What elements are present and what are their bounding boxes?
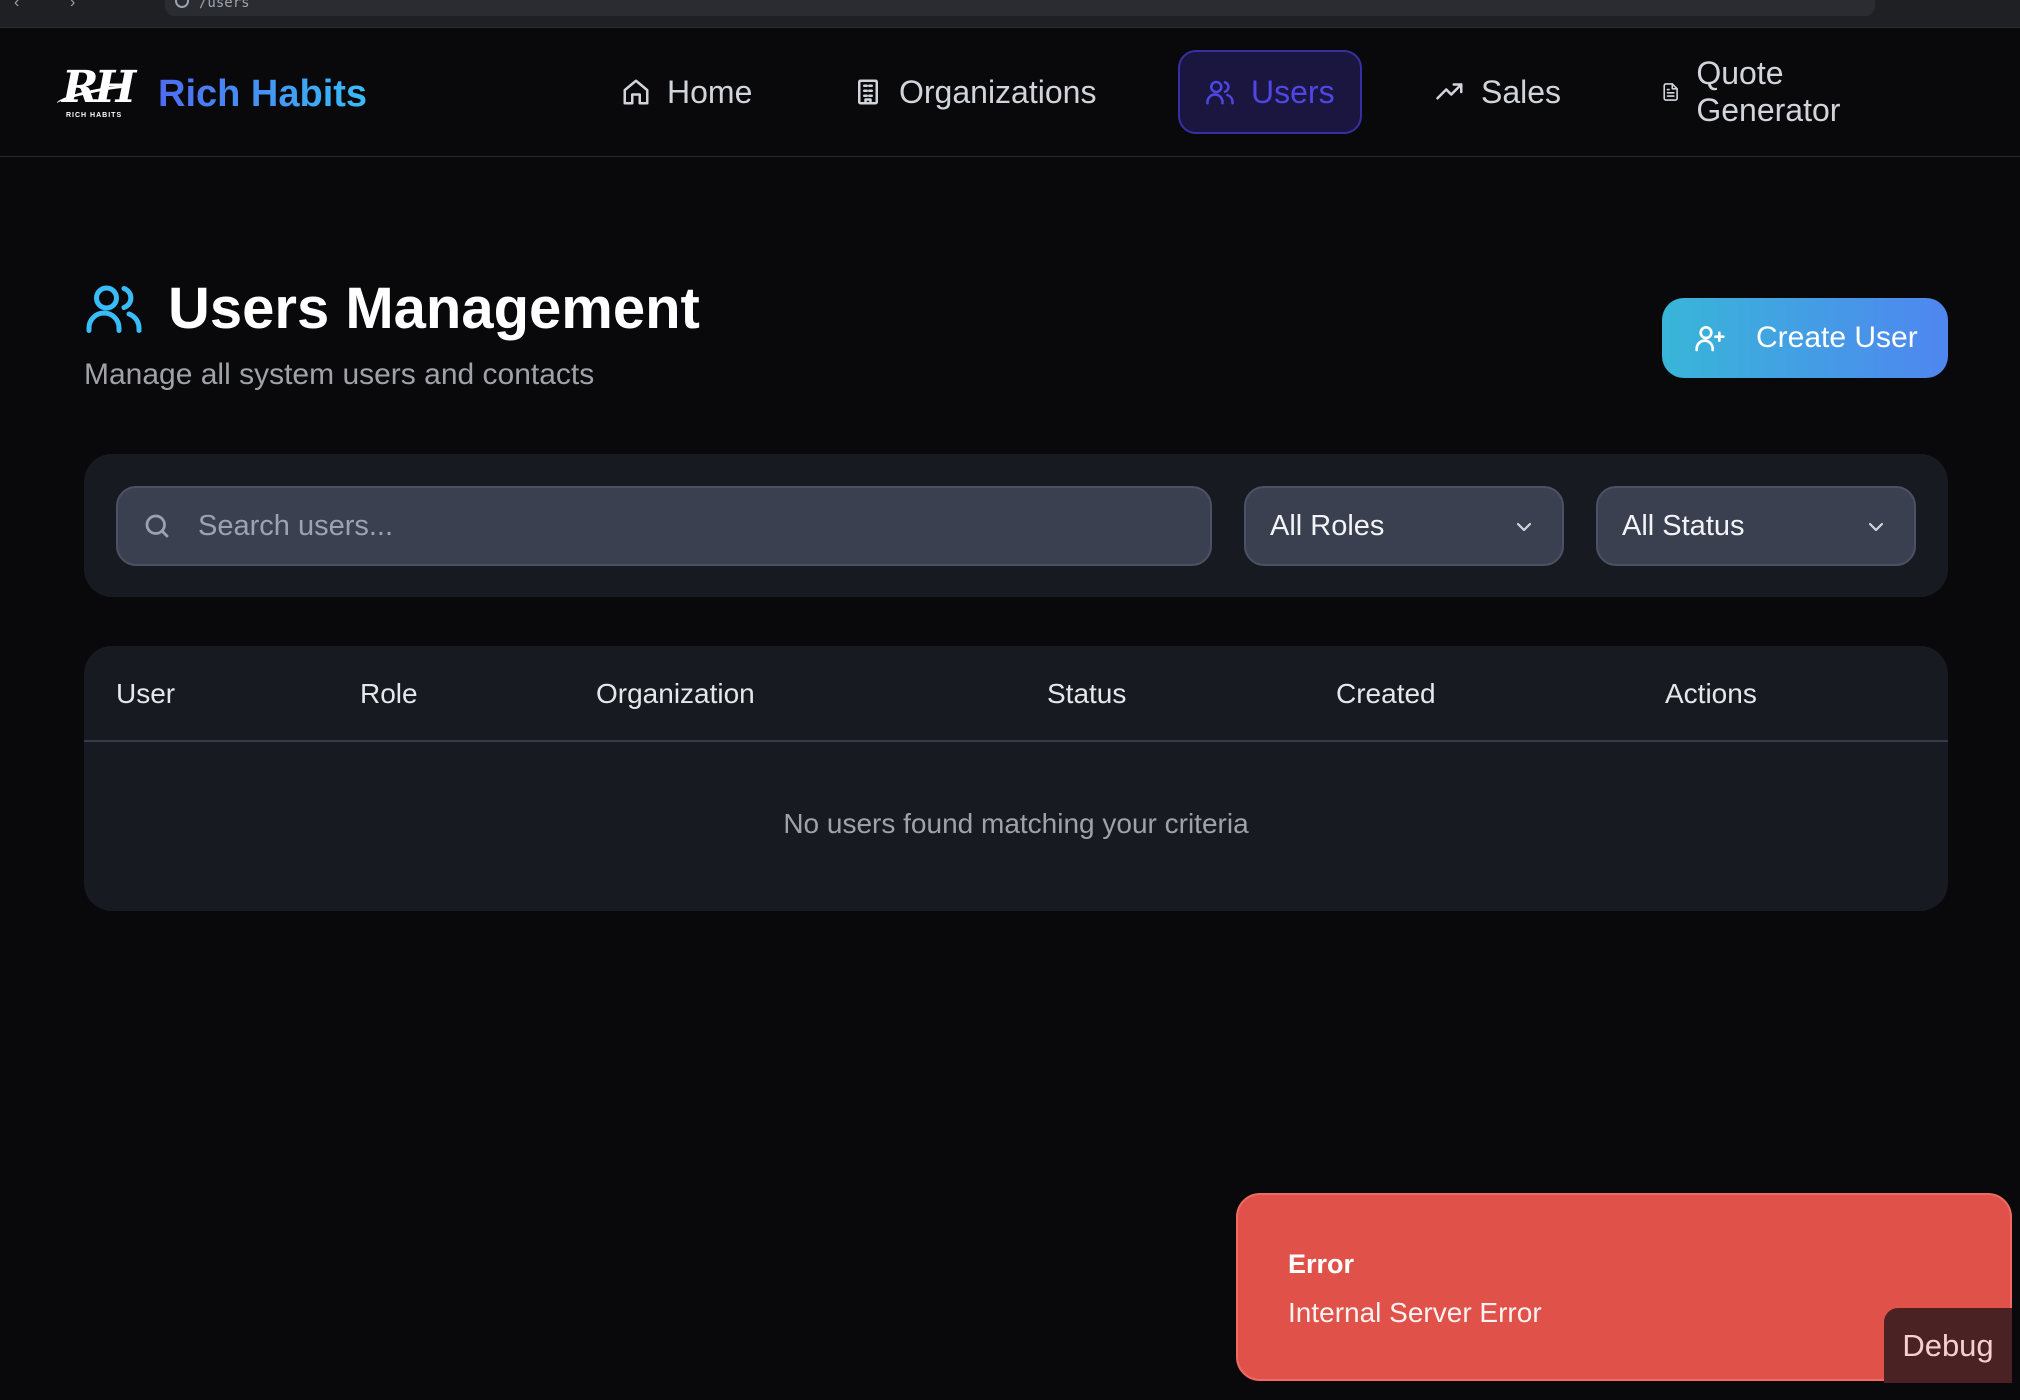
users-icon bbox=[1206, 80, 1234, 105]
page-subtitle: Manage all system users and contacts bbox=[84, 358, 595, 391]
nav-item-sales[interactable]: Sales bbox=[1410, 50, 1586, 134]
column-header-user[interactable]: User bbox=[116, 678, 175, 710]
debug-button[interactable]: Debug bbox=[1884, 1308, 2012, 1383]
column-header-actions: Actions bbox=[1665, 678, 1757, 709]
empty-state-message: No users found matching your criteria bbox=[783, 808, 1249, 839]
column-header-status[interactable]: Status bbox=[1047, 678, 1126, 710]
trending-up-icon bbox=[1436, 83, 1463, 100]
brand[interactable]: RH RICH HABITS Rich Habits bbox=[55, 64, 367, 124]
nav-item-quote-generator[interactable]: Quote Generator bbox=[1636, 50, 1876, 134]
create-user-label: Create User bbox=[1756, 321, 1918, 354]
page-header: Users Management Manage all system users… bbox=[84, 270, 700, 392]
column-header-created[interactable]: Created bbox=[1336, 678, 1436, 710]
brand-logo-tagline: RICH HABITS bbox=[66, 112, 123, 119]
browser-toolbar: ‹ › /users bbox=[0, 0, 2020, 28]
chevron-down-icon bbox=[1516, 522, 1532, 532]
nav-item-organizations[interactable]: Organizations bbox=[828, 50, 1121, 134]
back-icon[interactable]: ‹ bbox=[14, 0, 30, 11]
page-title: Users Management bbox=[168, 275, 700, 341]
nav-item-label: Quote Generator bbox=[1696, 55, 1841, 128]
site-info-icon[interactable] bbox=[175, 0, 189, 8]
toast-message: Internal Server Error bbox=[1288, 1297, 1542, 1328]
nav-item-label: Users bbox=[1251, 73, 1335, 110]
search-icon bbox=[145, 514, 169, 538]
nav-item-label: Organizations bbox=[899, 73, 1097, 110]
search-box[interactable] bbox=[116, 486, 1212, 566]
nav-item-users[interactable]: Users bbox=[1178, 50, 1362, 134]
title-row: Users Management bbox=[84, 270, 700, 346]
user-plus-icon bbox=[1695, 326, 1725, 352]
chevron-down-icon bbox=[1868, 522, 1884, 532]
roles-select[interactable]: All Roles bbox=[1244, 486, 1564, 566]
filter-panel: All Roles All Status bbox=[84, 454, 1948, 597]
table-header: User Role Organization Status Created Ac… bbox=[84, 646, 1948, 742]
brand-name: Rich Habits bbox=[158, 64, 367, 124]
address-bar[interactable]: /users bbox=[165, 0, 1875, 16]
nav-item-home[interactable]: Home bbox=[596, 50, 777, 134]
column-header-role[interactable]: Role bbox=[360, 678, 418, 710]
home-icon bbox=[623, 79, 649, 105]
brand-logo: RH RICH HABITS bbox=[55, 64, 136, 124]
forward-icon[interactable]: › bbox=[70, 0, 86, 11]
search-input[interactable] bbox=[198, 496, 1178, 556]
nav-item-label: Home bbox=[667, 73, 753, 110]
users-table: User Role Organization Status Created Ac… bbox=[84, 646, 1948, 911]
building-icon bbox=[858, 79, 878, 105]
users-icon bbox=[86, 285, 142, 333]
column-header-organization[interactable]: Organization bbox=[596, 678, 755, 710]
address-bar-text: /users bbox=[199, 0, 250, 11]
top-navbar: RH RICH HABITS Rich Habits Home Organiza… bbox=[0, 28, 2020, 157]
create-user-button[interactable]: Create User bbox=[1662, 298, 1948, 378]
toast-title: Error bbox=[1288, 1249, 1355, 1279]
nav-item-label: Sales bbox=[1481, 73, 1562, 110]
roles-select-value: All Roles bbox=[1270, 509, 1385, 542]
status-select-value: All Status bbox=[1622, 509, 1745, 542]
file-text-icon bbox=[1663, 83, 1678, 101]
status-select[interactable]: All Status bbox=[1596, 486, 1916, 566]
